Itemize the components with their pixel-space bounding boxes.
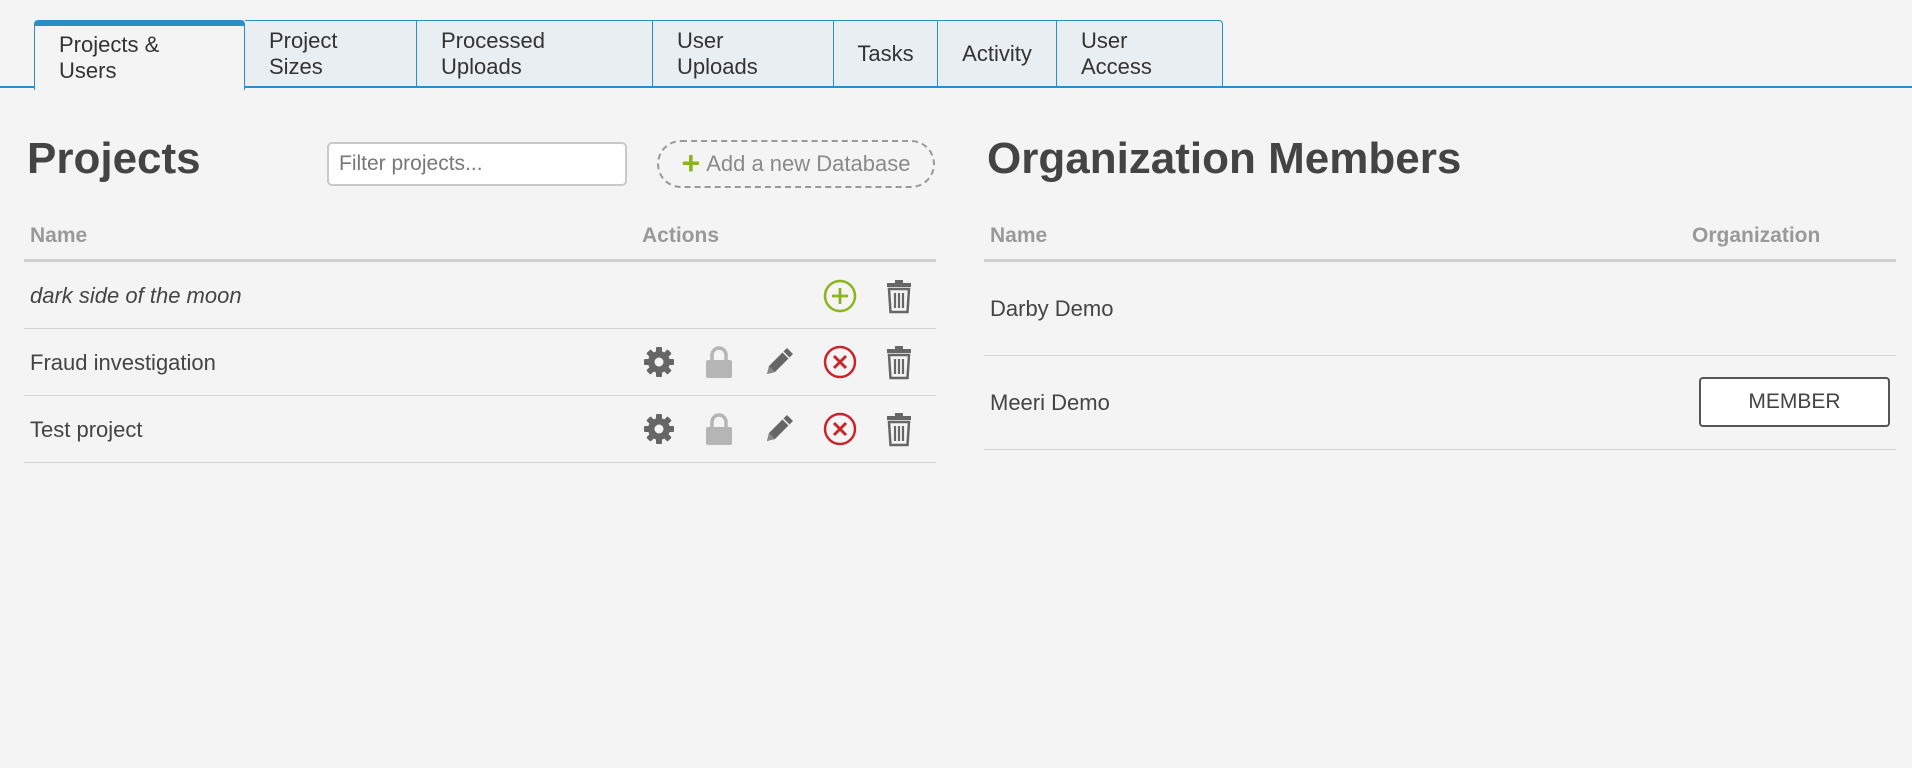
organization-members-title: Organization Members [987,134,1462,183]
tab-activity[interactable]: Activity [938,20,1057,86]
lock-icon[interactable] [701,411,737,447]
tab-tasks[interactable]: Tasks [834,20,938,86]
row-divider [24,462,936,463]
members-col-organization: Organization [1692,224,1821,247]
trash-icon[interactable] [881,344,917,380]
trash-icon[interactable] [881,278,917,314]
gear-icon[interactable] [641,411,677,447]
remove-circle-icon[interactable] [822,411,858,447]
row-divider [984,449,1896,450]
tab-processed-uploads[interactable]: Processed Uploads [417,20,653,86]
tab-project-sizes[interactable]: Project Sizes [245,20,417,86]
filter-projects-input[interactable] [327,142,627,186]
tab-user-access[interactable]: User Access [1057,20,1223,86]
member-name: Darby Demo [990,296,1114,321]
pencil-icon[interactable] [761,411,797,447]
member-role-button[interactable]: MEMBER [1699,377,1890,427]
tab-projects-users[interactable]: Projects & Users [34,20,245,90]
add-database-label: Add a new Database [706,151,911,176]
project-name: Test project [30,417,143,442]
projects-header-divider [24,259,936,262]
projects-col-name: Name [30,224,88,247]
add-database-button[interactable]: + Add a new Database [657,140,935,188]
projects-title: Projects [27,134,201,183]
pencil-icon[interactable] [761,344,797,380]
member-name: Meeri Demo [990,390,1110,415]
gear-icon[interactable] [641,344,677,380]
members-header-divider [984,259,1896,262]
plus-icon: + [681,144,701,181]
members-col-name: Name [990,224,1048,247]
add-circle-icon[interactable] [822,278,858,314]
tab-user-uploads[interactable]: User Uploads [653,20,834,86]
project-name: dark side of the moon [30,283,242,308]
trash-icon[interactable] [881,411,917,447]
row-divider [24,328,936,329]
project-name: Fraud investigation [30,350,216,375]
row-divider [24,395,936,396]
tab-bar: Projects & Users Project Sizes Processed… [0,0,1912,90]
remove-circle-icon[interactable] [822,344,858,380]
row-divider [984,355,1896,356]
projects-col-actions: Actions [642,224,720,247]
lock-icon[interactable] [701,344,737,380]
